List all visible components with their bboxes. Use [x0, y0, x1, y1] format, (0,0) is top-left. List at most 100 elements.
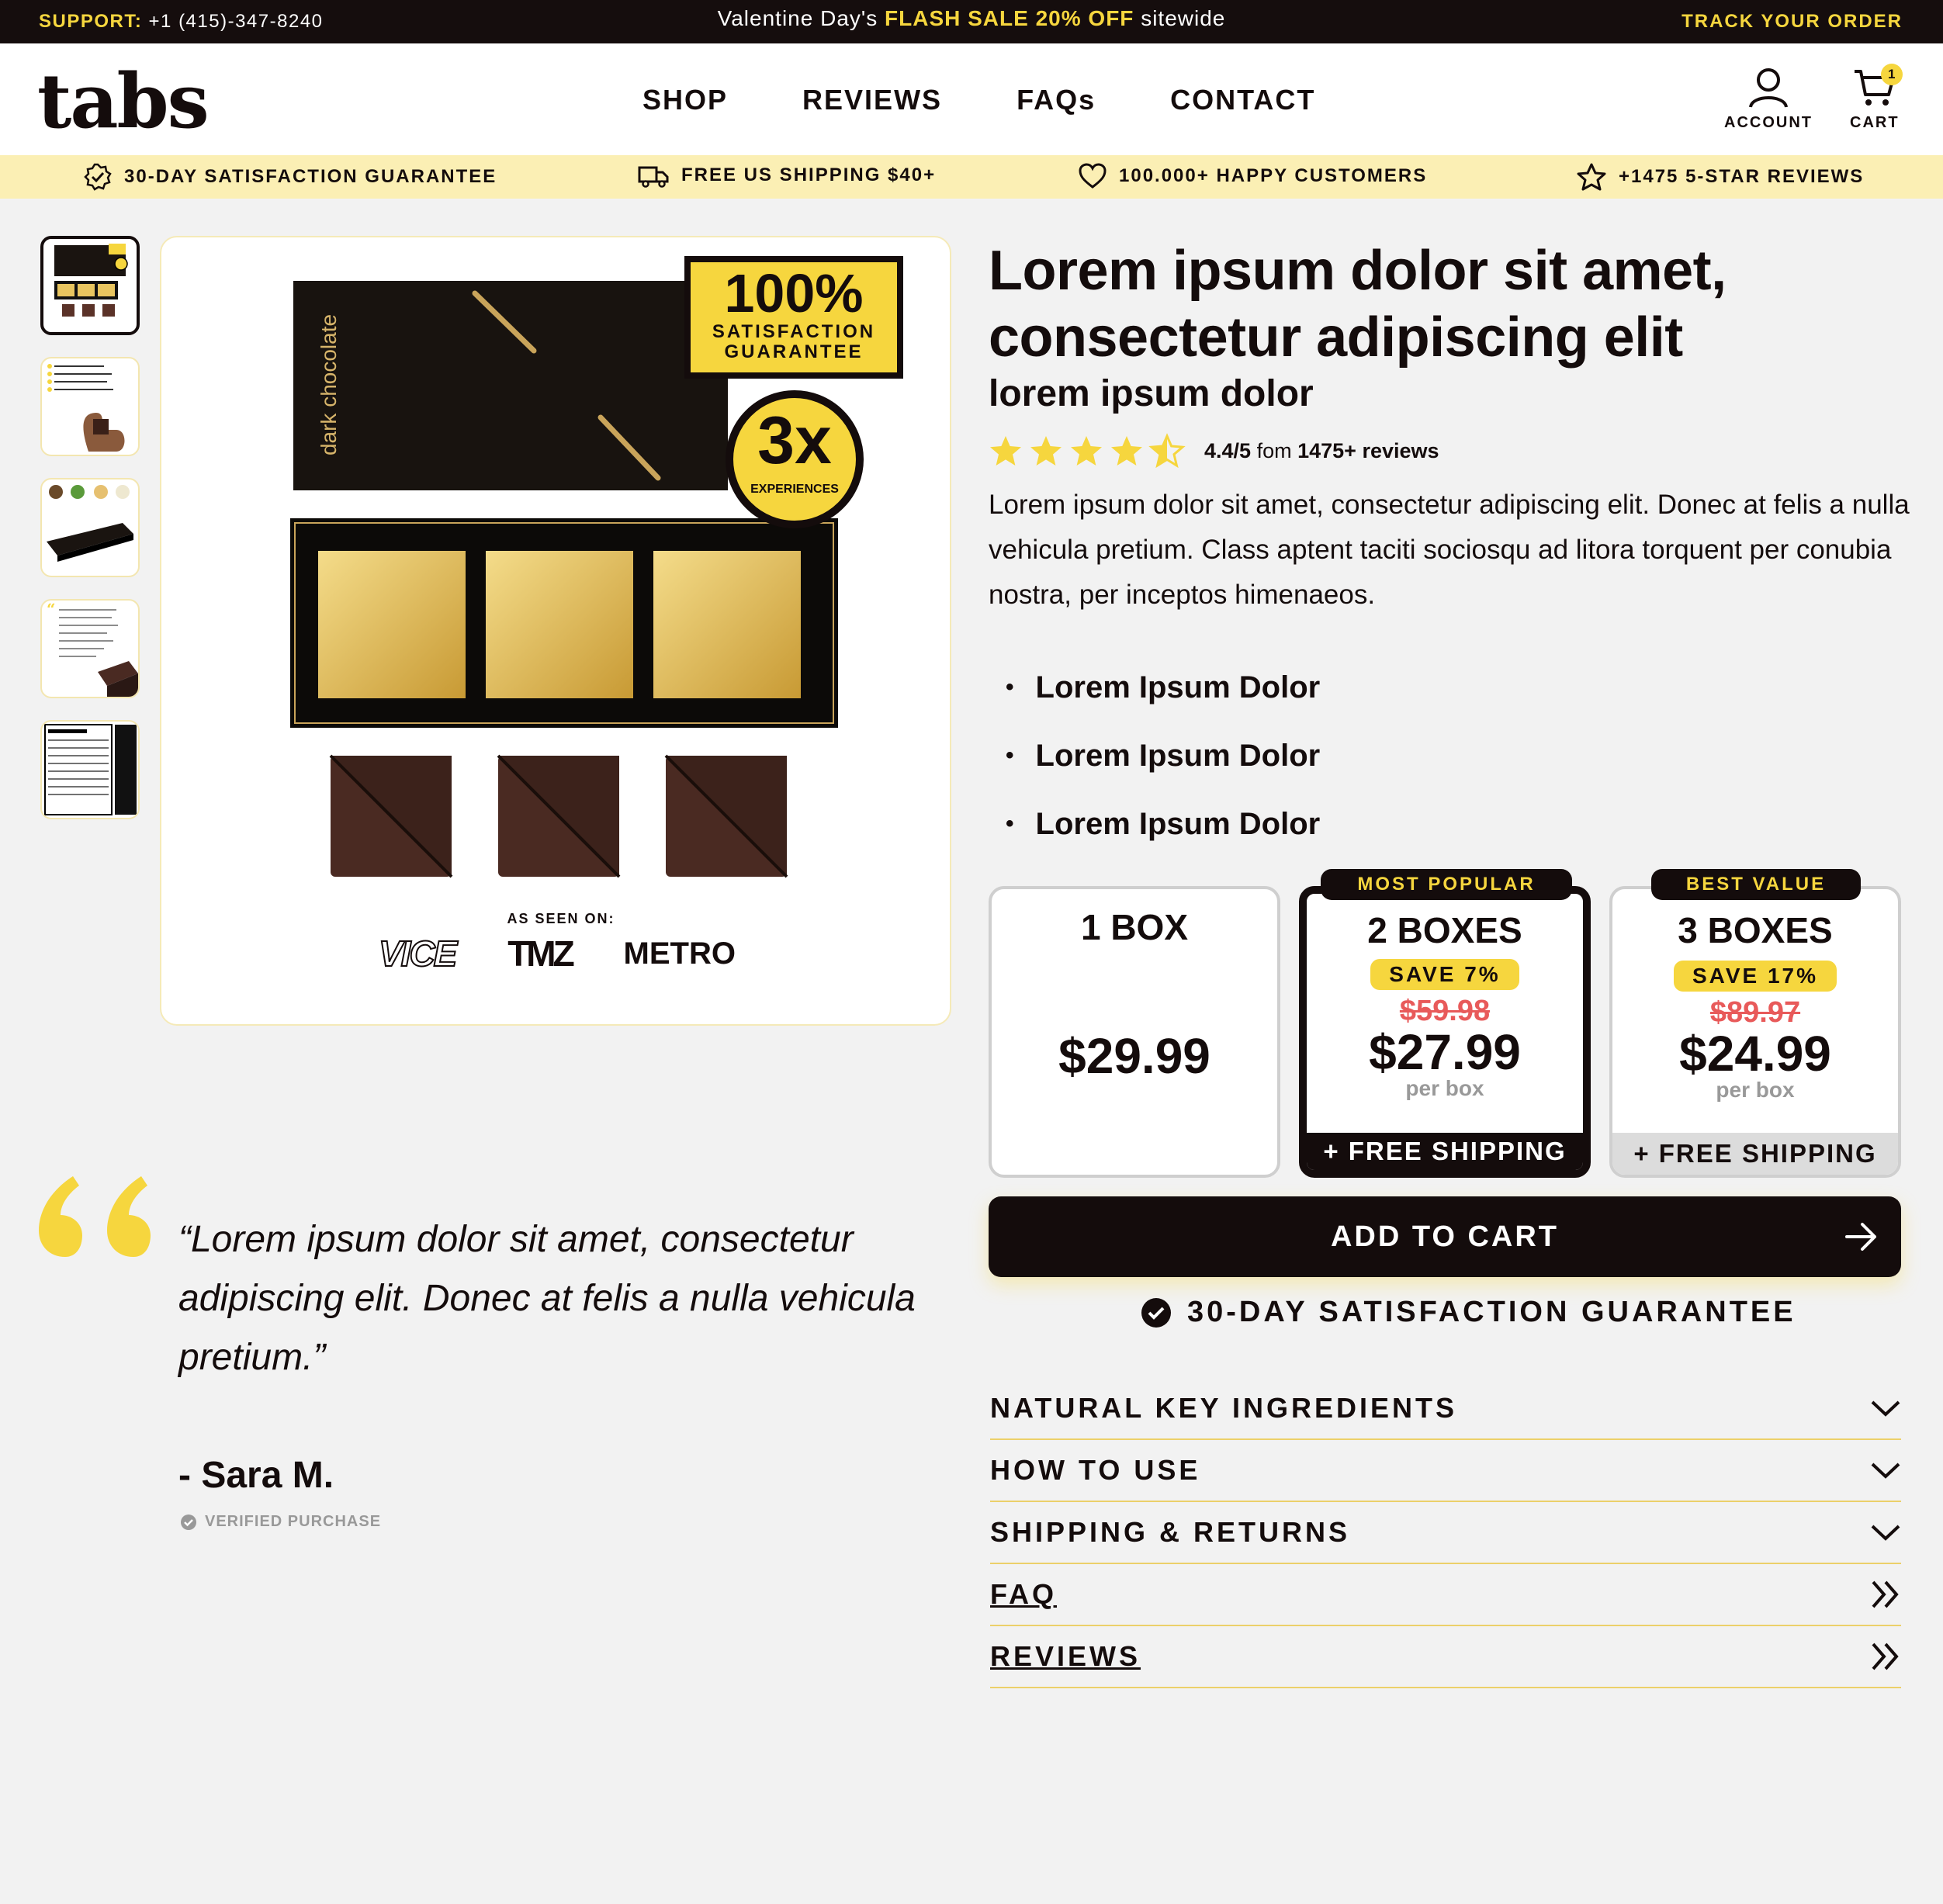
- double-chevron-right-icon: [1872, 1643, 1899, 1670]
- thumbnail-nutrition[interactable]: [40, 720, 140, 819]
- accordion-label: SHIPPING & RETURNS: [990, 1516, 1351, 1548]
- verified-check-icon: [181, 1514, 196, 1530]
- bundle-old-price: $59.98: [1399, 995, 1491, 1027]
- bundle-price: $27.99: [1369, 1024, 1521, 1080]
- guarantee-badge-percent: 100%: [724, 263, 864, 324]
- guarantee-note: 30-DAY SATISFACTION GUARANTEE: [1141, 1296, 1796, 1329]
- bundle-per-box: per box: [1716, 1078, 1795, 1102]
- benefits-thumbnail-image: [47, 364, 125, 452]
- bundle-option-2-boxes[interactable]: 2 BOXES SAVE 7% $59.98 $27.99 per box + …: [1299, 886, 1591, 1178]
- verified-purchase-badge: VERIFIED PURCHASE: [180, 1513, 381, 1531]
- thumbnail-review[interactable]: “: [40, 599, 140, 698]
- verified-label: VERIFIED PURCHASE: [205, 1513, 382, 1530]
- nav-shop[interactable]: SHOP: [642, 84, 728, 116]
- benefit-label: +1475 5-STAR REVIEWS: [1619, 166, 1865, 187]
- bundle-price: $24.99: [1679, 1026, 1831, 1082]
- bundle-per-box: per box: [1405, 1076, 1484, 1100]
- chevron-down-icon: [1871, 1525, 1900, 1541]
- guarantee-badge-line1: SATISFACTION: [712, 321, 876, 342]
- promo-prefix: Valentine Day's: [717, 6, 878, 30]
- accordion-label: FAQ: [990, 1578, 1058, 1610]
- product-bullets: Lorem Ipsum Dolor Lorem Ipsum Dolor Lore…: [1006, 653, 1321, 858]
- accordion-how-to-use[interactable]: HOW TO USE: [990, 1440, 1901, 1502]
- chevron-down-icon: [1871, 1463, 1900, 1479]
- rating-count: 1475+ reviews: [1297, 438, 1439, 462]
- benefit-label: 100.000+ HAPPY CUSTOMERS: [1119, 165, 1428, 186]
- accordion-ingredients[interactable]: NATURAL KEY INGREDIENTS: [990, 1378, 1901, 1440]
- most-popular-tag: MOST POPULAR: [1321, 869, 1572, 900]
- nav-faqs[interactable]: FAQs: [1017, 84, 1096, 116]
- benefit-label: FREE US SHIPPING $40+: [681, 164, 937, 185]
- bundle-name: 3 BOXES: [1678, 910, 1833, 950]
- review-thumbnail-image: “: [47, 601, 138, 697]
- user-icon: [1749, 68, 1788, 108]
- truck-icon: [638, 166, 669, 188]
- cart-count-badge: 1: [1880, 64, 1903, 85]
- bullet-item: Lorem Ipsum Dolor: [1006, 722, 1321, 790]
- accordion-faq-link[interactable]: FAQ: [990, 1564, 1901, 1626]
- box-label: dark chocolate: [317, 313, 341, 456]
- rating-text: 4.4/5 fom 1475+ reviews: [1204, 439, 1439, 463]
- add-to-cart-label: ADD TO CART: [1330, 1220, 1560, 1253]
- benefit-shipping: FREE US SHIPPING $40+: [638, 163, 936, 188]
- announcement-bar: SUPPORT: +1 (415)-347-8240 Valentine Day…: [0, 0, 1943, 43]
- arrow-right-icon: [1845, 1223, 1876, 1251]
- add-to-cart-button[interactable]: ADD TO CART: [989, 1196, 1901, 1277]
- nav-reviews[interactable]: REVIEWS: [802, 84, 942, 116]
- benefit-reviews: +1475 5-STAR REVIEWS: [1577, 163, 1864, 191]
- bundle-free-shipping: + FREE SHIPPING: [1307, 1133, 1583, 1170]
- accordion-label: HOW TO USE: [990, 1454, 1201, 1486]
- benefit-label: 30-DAY SATISFACTION GUARANTEE: [124, 166, 497, 187]
- rating-row[interactable]: 4.4/5 fom 1475+ reviews: [989, 433, 1439, 469]
- thumbnail-ingredients[interactable]: [40, 478, 140, 577]
- svg-text:“: “: [47, 601, 56, 618]
- thumbnail-benefits[interactable]: [40, 357, 140, 456]
- press-logos: VICE TMZ METRO: [378, 933, 736, 975]
- bundle-price: $29.99: [1058, 1028, 1210, 1084]
- experiences-badge-number: 3x: [757, 403, 832, 478]
- nav-contact[interactable]: CONTACT: [1170, 84, 1315, 116]
- bundle-option-3-boxes[interactable]: 3 BOXES SAVE 17% $89.97 $24.99 per box +…: [1609, 886, 1901, 1178]
- main-product-image[interactable]: dark chocolate 100% SATISFACTION GUARANT…: [160, 236, 951, 1026]
- accordion-shipping-returns[interactable]: SHIPPING & RETURNS: [990, 1502, 1901, 1564]
- heart-icon: [1079, 163, 1107, 189]
- track-order-link[interactable]: TRACK YOUR ORDER: [1682, 11, 1903, 33]
- guarantee-badge-line2: GUARANTEE: [724, 341, 864, 362]
- check-circle-icon: [1141, 1297, 1171, 1328]
- accordion-reviews-link[interactable]: REVIEWS: [990, 1626, 1901, 1688]
- accordion-label: REVIEWS: [990, 1640, 1141, 1672]
- testimonial-author: - Sara M.: [178, 1455, 334, 1496]
- accordion-label: NATURAL KEY INGREDIENTS: [990, 1392, 1458, 1424]
- product-description: Lorem ipsum dolor sit amet, consectetur …: [989, 490, 1910, 610]
- bullet-item: Lorem Ipsum Dolor: [1006, 653, 1321, 722]
- as-seen-on-label: AS SEEN ON:: [507, 911, 615, 926]
- bullet-item: Lorem Ipsum Dolor: [1006, 790, 1321, 858]
- product-title: Lorem ipsum dolor sit amet, consectetur …: [989, 240, 1727, 369]
- promo-highlight: FLASH SALE 20% OFF: [885, 6, 1134, 30]
- chevron-down-icon: [1871, 1400, 1900, 1417]
- press-vice: VICE: [378, 933, 458, 975]
- rating-score: 4.4/5: [1204, 438, 1252, 462]
- rating-from: fom: [1256, 438, 1292, 462]
- promo-banner: Valentine Day's FLASH SALE 20% OFF sitew…: [0, 6, 1943, 31]
- account-button[interactable]: ACCOUNT: [1724, 67, 1813, 132]
- guarantee-text: 30-DAY SATISFACTION GUARANTEE: [1187, 1296, 1796, 1328]
- ingredients-thumbnail-image: [47, 485, 133, 562]
- bundle-name: 1 BOX: [1080, 907, 1189, 947]
- testimonial-quote: “Lorem ipsum dolor sit amet, consectetur…: [178, 1219, 916, 1378]
- bundle-save-badge: SAVE 17%: [1674, 961, 1837, 992]
- cart-label: CART: [1850, 114, 1900, 131]
- best-value-tag: BEST VALUE: [1651, 869, 1861, 900]
- benefits-bar: 30-DAY SATISFACTION GUARANTEE FREE US SH…: [0, 155, 1943, 199]
- account-label: ACCOUNT: [1724, 114, 1813, 131]
- benefit-guarantee: 30-DAY SATISFACTION GUARANTEE: [84, 163, 497, 191]
- bundle-name: 2 BOXES: [1367, 910, 1522, 950]
- quote-icon: [39, 1176, 151, 1257]
- bundle-option-1-box[interactable]: 1 BOX $29.99: [989, 886, 1280, 1178]
- logo[interactable]: tabs: [37, 57, 210, 145]
- product-subtitle: lorem ipsum dolor: [989, 373, 1314, 414]
- double-chevron-right-icon: [1872, 1580, 1899, 1608]
- cart-button[interactable]: 1 CART: [1850, 64, 1903, 132]
- thumbnail-product-box[interactable]: [40, 236, 140, 335]
- site-header: tabs SHOP REVIEWS FAQs CONTACT ACCOUNT 1…: [0, 43, 1943, 155]
